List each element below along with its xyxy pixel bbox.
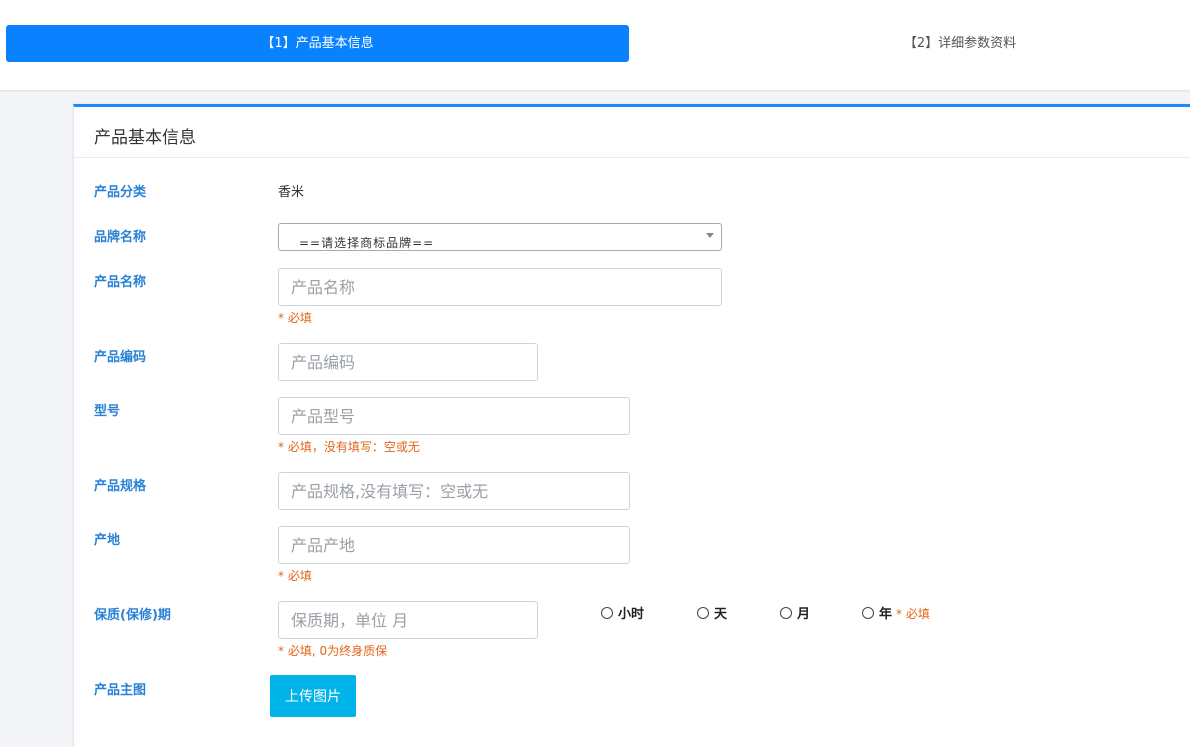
product-spec-input[interactable] — [278, 472, 630, 510]
radio-day[interactable]: 天 — [697, 603, 727, 622]
code-label: 产品编码 — [94, 350, 147, 365]
card-divider — [74, 157, 1190, 158]
radio-label-day: 天 — [714, 607, 728, 622]
brand-select[interactable]: ==请选择商标品牌== — [278, 223, 722, 251]
name-label: 产品名称 — [94, 275, 147, 290]
radio-label-year: 年 — [879, 607, 893, 622]
product-name-input[interactable] — [278, 268, 722, 306]
warranty-hint: * 必填, 0为终身质保 — [278, 644, 388, 658]
category-label: 产品分类 — [94, 185, 147, 200]
model-hint: * 必填，没有填写：空或无 — [278, 440, 420, 454]
origin-label: 产地 — [94, 533, 121, 548]
warranty-input[interactable] — [278, 601, 538, 639]
radio-year[interactable]: 年 * 必填 — [862, 603, 930, 622]
radio-label-month: 月 — [797, 607, 811, 622]
radio-circle-icon[interactable] — [601, 607, 613, 619]
spec-label: 产品规格 — [94, 479, 147, 494]
radio-circle-icon[interactable] — [862, 607, 874, 619]
product-code-input[interactable] — [278, 343, 538, 381]
step-bar: 【1】产品基本信息 【2】详细参数资料 — [0, 0, 1190, 91]
name-hint: * 必填 — [278, 311, 312, 325]
radio-circle-icon[interactable] — [780, 607, 792, 619]
category-value: 香米 — [278, 185, 305, 200]
tab-basic-info[interactable]: 【1】产品基本信息 — [6, 25, 629, 62]
brand-select-value: ==请选择商标品牌== — [299, 236, 435, 250]
origin-hint: * 必填 — [278, 569, 312, 583]
product-model-input[interactable] — [278, 397, 630, 435]
units-hint: * 必填 — [896, 607, 930, 621]
radio-month[interactable]: 月 — [780, 603, 810, 622]
model-label: 型号 — [94, 404, 121, 419]
card-title: 产品基本信息 — [94, 128, 196, 148]
radio-circle-icon[interactable] — [697, 607, 709, 619]
upload-image-button[interactable]: 上传图片 — [270, 675, 356, 717]
radio-label-hour: 小时 — [618, 607, 645, 622]
tab-detail-params[interactable]: 【2】详细参数资料 — [640, 25, 1190, 62]
basic-info-card: 产品基本信息 产品分类 香米 品牌名称 ==请选择商标品牌== 产品名称 * 必… — [73, 104, 1190, 747]
brand-label: 品牌名称 — [94, 230, 147, 245]
warranty-label: 保质(保修)期 — [94, 608, 171, 623]
chevron-down-icon — [706, 233, 714, 238]
main-image-label: 产品主图 — [94, 683, 147, 698]
radio-hour[interactable]: 小时 — [601, 603, 644, 622]
product-origin-input[interactable] — [278, 526, 630, 564]
